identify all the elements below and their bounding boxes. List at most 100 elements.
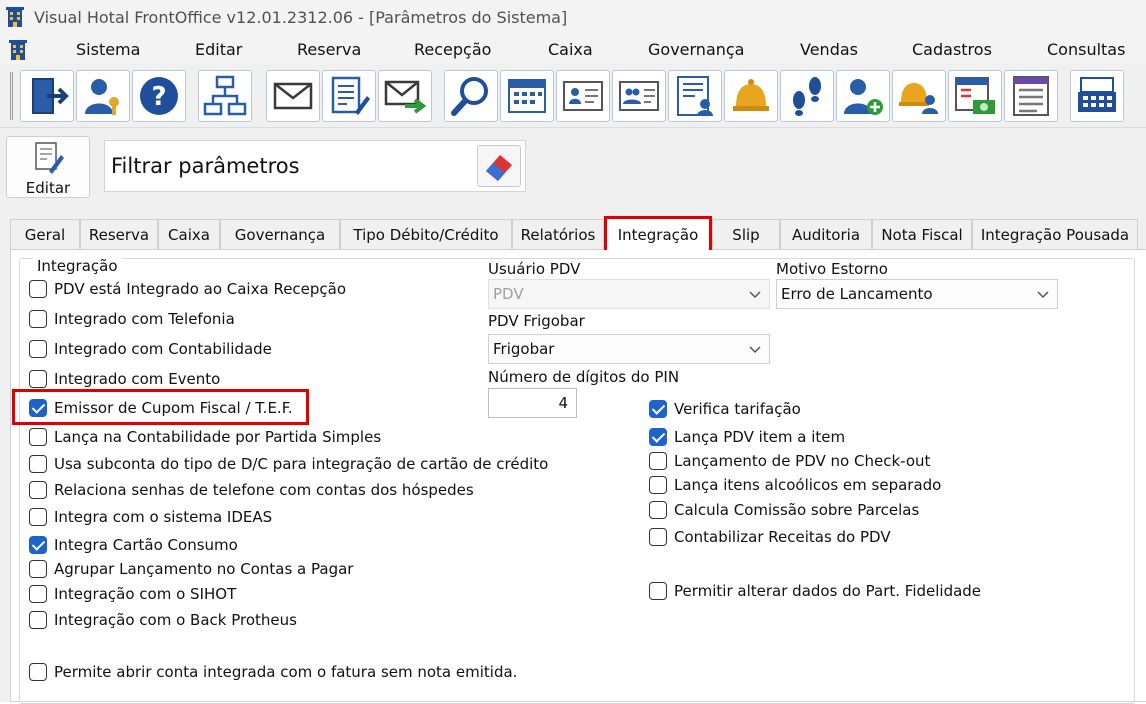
tab-geral[interactable]: Geral	[10, 219, 80, 249]
checkbox-box[interactable]	[29, 560, 47, 578]
exit-button[interactable]	[20, 70, 74, 122]
edit-button[interactable]: Editar	[6, 136, 90, 198]
tab-tipo-debito-credito[interactable]: Tipo Débito/Crédito	[340, 219, 512, 249]
checkbox-box[interactable]	[29, 585, 47, 603]
toolbar: ?	[0, 64, 1146, 128]
checkbox-emissor-cupom-fiscal[interactable]: Emissor de Cupom Fiscal / T.E.F.	[29, 399, 293, 417]
checkbox-box[interactable]	[29, 611, 47, 629]
svg-text:?: ?	[151, 82, 166, 112]
usuario-pdv-select[interactable]: PDV	[488, 279, 770, 309]
motivo-estorno-select[interactable]: Erro de Lancamento	[776, 279, 1058, 309]
bell-group-button[interactable]	[892, 70, 946, 122]
hotel-menu-icon[interactable]	[8, 39, 28, 61]
bell-button[interactable]	[724, 70, 778, 122]
document-edit-button[interactable]	[322, 70, 376, 122]
checkbox-comissao-parcelas[interactable]: Calcula Comissão sobre Parcelas	[649, 501, 919, 519]
tab-integracao[interactable]: Integração	[604, 216, 712, 250]
checkbox-box[interactable]	[29, 508, 47, 526]
checkbox-integra-ideas[interactable]: Integra com o sistema IDEAS	[29, 508, 272, 526]
menu-consultas[interactable]: Consultas	[1047, 40, 1125, 59]
toolbar-grip[interactable]	[10, 72, 13, 120]
mail-forward-button[interactable]	[378, 70, 432, 122]
checkbox-box[interactable]	[29, 340, 47, 358]
checkbox-integra-cartao-consumo[interactable]: Integra Cartão Consumo	[29, 536, 238, 554]
checkbox-contabilidade-partida-simples[interactable]: Lança na Contabilidade por Partida Simpl…	[29, 428, 381, 446]
checkbox-box[interactable]	[649, 476, 667, 494]
guest-list-button[interactable]	[668, 70, 722, 122]
help-button[interactable]: ?	[132, 70, 186, 122]
guest-card-button[interactable]	[556, 70, 610, 122]
tab-auditoria[interactable]: Auditoria	[780, 219, 872, 249]
checkbox-box[interactable]	[29, 370, 47, 388]
checkbox-box[interactable]	[29, 455, 47, 473]
chevron-down-icon	[1037, 291, 1049, 299]
menu-recepcao[interactable]: Recepção	[414, 40, 491, 59]
calendar-button[interactable]	[500, 70, 554, 122]
guest-card-group-button[interactable]	[612, 70, 666, 122]
tab-integracao-pousada[interactable]: Integração Pousada	[972, 219, 1138, 249]
menu-governanca[interactable]: Governança	[648, 40, 744, 59]
pin-digits-input[interactable]: 4	[488, 388, 577, 418]
filter-parameters-box[interactable]: Filtrar parâmetros	[104, 140, 526, 192]
menu-vendas[interactable]: Vendas	[800, 40, 858, 59]
checkbox-box[interactable]	[29, 280, 47, 298]
footprints-button[interactable]	[780, 70, 834, 122]
checkbox-box-checked[interactable]	[29, 536, 47, 554]
menu-reserva[interactable]: Reserva	[297, 40, 361, 59]
menu-cadastros[interactable]: Cadastros	[912, 40, 992, 59]
list-form-button[interactable]	[1004, 70, 1058, 122]
checkbox-integracao-sihot[interactable]: Integração com o SIHOT	[29, 585, 236, 603]
cash-register-icon	[1078, 77, 1116, 112]
checkbox-senhas-telefone[interactable]: Relaciona senhas de telefone com contas …	[29, 481, 474, 499]
checkbox-subconta-dc-cartao[interactable]: Usa subconta do tipo de D/C para integra…	[29, 455, 548, 473]
cash-register-button[interactable]	[1070, 70, 1124, 122]
tab-slip[interactable]: Slip	[712, 219, 780, 249]
checkbox-pdv-integrado-caixa[interactable]: PDV está Integrado ao Caixa Recepção	[29, 280, 346, 298]
checkbox-box[interactable]	[29, 481, 47, 499]
checkbox-box[interactable]	[29, 310, 47, 328]
pdv-frigobar-select[interactable]: Frigobar	[488, 334, 770, 364]
invoice-cash-button[interactable]	[948, 70, 1002, 122]
checkbox-verifica-tarifacao[interactable]: Verifica tarifação	[649, 400, 801, 418]
tab-governanca[interactable]: Governança	[220, 219, 340, 249]
checkbox-agrupar-contas-pagar[interactable]: Agrupar Lançamento no Contas a Pagar	[29, 560, 353, 578]
clear-filter-button[interactable]	[477, 145, 521, 187]
checkbox-lanca-pdv-item[interactable]: Lança PDV item a item	[649, 428, 845, 446]
mail-button[interactable]	[266, 70, 320, 122]
search-button[interactable]	[444, 70, 498, 122]
checkbox-box[interactable]	[649, 528, 667, 546]
checkbox-box-checked[interactable]	[29, 399, 47, 417]
tab-caixa[interactable]: Caixa	[158, 219, 220, 249]
tab-reserva[interactable]: Reserva	[80, 219, 158, 249]
checkbox-integrado-telefonia[interactable]: Integrado com Telefonia	[29, 310, 235, 328]
checkbox-contabilizar-receitas-pdv[interactable]: Contabilizar Receitas do PDV	[649, 528, 891, 546]
checkbox-box[interactable]	[649, 501, 667, 519]
checkbox-pdv-checkout[interactable]: Lançamento de PDV no Check-out	[649, 452, 930, 470]
checkbox-conta-integrada-fatura[interactable]: Permite abrir conta integrada com o fatu…	[29, 663, 517, 681]
document-edit-icon	[331, 76, 370, 115]
checkbox-box-checked[interactable]	[649, 400, 667, 418]
tab-relatorios[interactable]: Relatórios	[512, 219, 604, 249]
menu-caixa[interactable]: Caixa	[548, 40, 593, 59]
checkbox-label: Lançamento de PDV no Check-out	[674, 452, 931, 470]
checkbox-box[interactable]	[29, 663, 47, 681]
user-key-button[interactable]	[76, 70, 130, 122]
mail-forward-icon	[384, 80, 427, 114]
add-user-button[interactable]	[836, 70, 890, 122]
calendar-icon	[508, 79, 546, 113]
checkbox-itens-alcoolicos[interactable]: Lança itens alcoólicos em separado	[649, 476, 941, 494]
exit-door-icon	[32, 78, 69, 114]
checkbox-box[interactable]	[649, 582, 667, 600]
org-chart-button[interactable]	[198, 70, 252, 122]
pin-digits-label: Número de dígitos do PIN	[488, 368, 680, 386]
checkbox-box[interactable]	[29, 428, 47, 446]
menu-sistema[interactable]: Sistema	[76, 40, 140, 59]
checkbox-back-protheus[interactable]: Integração com o Back Protheus	[29, 611, 297, 629]
menu-editar[interactable]: Editar	[195, 40, 242, 59]
checkbox-integrado-evento[interactable]: Integrado com Evento	[29, 370, 220, 388]
checkbox-integrado-contabilidade[interactable]: Integrado com Contabilidade	[29, 340, 272, 358]
checkbox-box-checked[interactable]	[649, 428, 667, 446]
checkbox-part-fidelidade[interactable]: Permitir alterar dados do Part. Fidelida…	[649, 582, 981, 600]
tab-nota-fiscal[interactable]: Nota Fiscal	[872, 219, 972, 249]
checkbox-box[interactable]	[649, 452, 667, 470]
